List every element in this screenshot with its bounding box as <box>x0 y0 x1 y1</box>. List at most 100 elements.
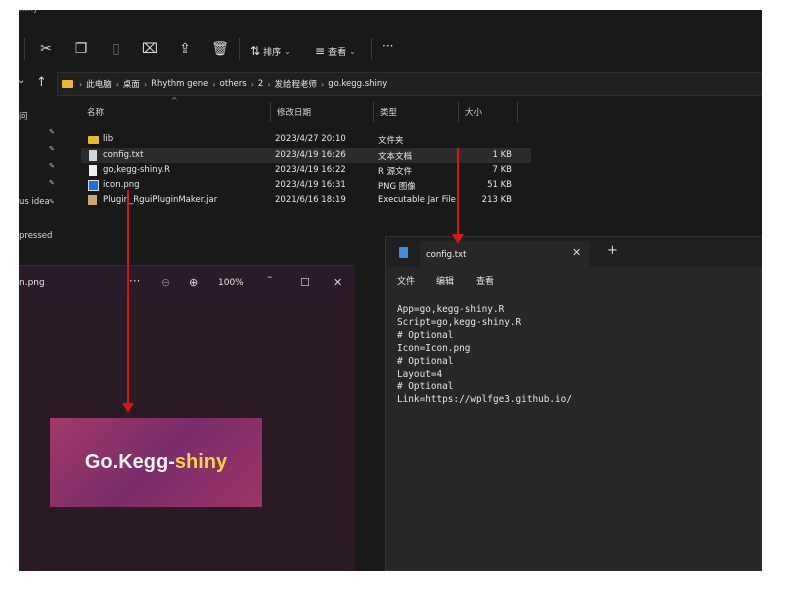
toolbar-separator <box>24 38 25 60</box>
rename-icon[interactable]: ⌧ <box>141 40 159 58</box>
chevron-right-icon: › <box>143 79 148 89</box>
new-tab-icon[interactable]: + <box>607 243 618 258</box>
chevron-down-icon[interactable]: ⌄ <box>19 75 25 86</box>
chevron-right-icon: › <box>212 79 216 89</box>
annotation-arrow-head <box>122 403 134 413</box>
chevron-right-icon: › <box>79 79 83 89</box>
file-row[interactable]: lib 2023/4/27 20:10 文件夹 <box>81 132 531 147</box>
text-file-icon <box>89 150 97 161</box>
chevron-down-icon: ⌄ <box>284 46 291 56</box>
file-type: R 源文件 <box>378 167 413 177</box>
breadcrumb-item[interactable]: 桌面 <box>123 78 140 90</box>
annotation-arrow-line <box>457 148 459 236</box>
file-type: PNG 图像 <box>378 182 416 192</box>
sidebar-item[interactable]: pressed <box>19 231 52 241</box>
view-label: 查看 <box>328 47 347 58</box>
file-size: 213 KB <box>481 195 512 205</box>
file-size: 1 KB <box>492 150 512 160</box>
sidebar-item[interactable]: 问 <box>19 110 28 122</box>
file-row[interactable]: icon.png 2023/4/19 16:31 PNG 图像 51 KB <box>81 178 531 193</box>
file-size: 7 KB <box>492 165 512 175</box>
breadcrumb-item[interactable]: go.kegg.shiny <box>328 79 387 89</box>
up-arrow-icon[interactable]: ↑ <box>36 75 47 90</box>
command-toolbar: ✂ ❐ ▯ ⌧ ⇪ 🗑 ⇅ 排序 ⌄ ≡ 查看 ⌄ ··· <box>19 30 762 68</box>
file-row[interactable]: Plugin_RguiPluginMaker.jar 2021/6/16 18:… <box>81 193 531 208</box>
folder-icon <box>88 136 99 144</box>
image-text: Go.Kegg- <box>84 451 175 473</box>
column-header-name[interactable]: 名称 <box>81 102 271 122</box>
pin-icon: ✎ <box>49 179 55 187</box>
view-button[interactable]: ≡ 查看 ⌄ <box>315 44 356 58</box>
notepad-app-icon <box>399 247 408 258</box>
image-viewer-window: n.png ··· ⊖ ⊕ 100% – ☐ ✕ Go.Kegg-shiny <box>19 265 355 571</box>
annotation-arrow-head <box>452 234 464 244</box>
pin-icon: ✎ <box>49 162 55 170</box>
chevron-right-icon: › <box>115 79 119 89</box>
pin-icon: ✎ <box>49 198 55 206</box>
file-type: 文本文档 <box>378 152 413 162</box>
file-type: 文件夹 <box>378 136 404 146</box>
breadcrumb-item[interactable]: 发给程老师 <box>275 78 318 90</box>
sidebar-item[interactable]: us idea <box>19 197 50 207</box>
breadcrumb-item[interactable]: Rhythm gene <box>151 79 208 89</box>
file-name: lib <box>103 134 114 144</box>
more-options-button[interactable]: ··· <box>129 274 140 288</box>
breadcrumb-item[interactable]: 此电脑 <box>86 78 112 90</box>
zoom-in-icon[interactable]: ⊕ <box>189 276 198 289</box>
navigation-bar: ⌄ ↑ › 此电脑 › 桌面 › Rhythm gene › others › … <box>19 70 762 98</box>
viewer-title: n.png <box>19 278 45 288</box>
more-button[interactable]: ··· <box>382 39 393 53</box>
viewer-titlebar: n.png ··· ⊖ ⊕ 100% – ☐ ✕ <box>19 266 355 298</box>
tab-title: config.txt <box>426 250 467 260</box>
notepad-window: config.txt ✕ + 文件 编辑 查看 App=go,kegg-shin… <box>385 236 762 571</box>
notepad-text-area[interactable]: App=go,kegg-shiny.R Script=go,kegg-shiny… <box>397 304 572 407</box>
window-title: hiny <box>19 10 38 14</box>
minimize-icon[interactable]: – <box>267 270 273 283</box>
image-preview: Go.Kegg-shiny <box>50 418 262 507</box>
maximize-icon[interactable]: ☐ <box>300 276 310 289</box>
file-row[interactable]: go,kegg-shiny.R 2023/4/19 16:22 R 源文件 7 … <box>81 163 531 178</box>
menu-edit[interactable]: 编辑 <box>436 274 454 287</box>
column-header-size[interactable]: 大小 <box>459 102 518 122</box>
cut-icon[interactable]: ✂ <box>37 40 55 58</box>
file-name: go,kegg-shiny.R <box>103 165 170 175</box>
close-icon[interactable]: ✕ <box>333 276 342 289</box>
zoom-level: 100% <box>218 278 244 288</box>
chevron-right-icon: › <box>267 79 271 89</box>
file-date: 2023/4/19 16:22 <box>275 165 346 175</box>
file-explorer-window: hiny ✂ ❐ ▯ ⌧ ⇪ 🗑 ⇅ 排序 ⌄ ≡ 查看 ⌄ ··· ⌄ ↑ ›… <box>19 10 762 571</box>
image-file-icon <box>88 180 99 191</box>
paste-icon[interactable]: ▯ <box>107 40 125 58</box>
share-icon[interactable]: ⇪ <box>176 40 194 58</box>
tab-config-txt[interactable]: config.txt ✕ <box>420 241 590 267</box>
r-file-icon <box>89 165 97 176</box>
toolbar-separator <box>371 38 372 60</box>
copy-icon[interactable]: ❐ <box>72 40 90 58</box>
file-date: 2023/4/19 16:31 <box>275 180 346 190</box>
annotation-arrow-line <box>127 190 129 405</box>
breadcrumb-item[interactable]: 2 <box>258 79 263 89</box>
sort-button[interactable]: ⇅ 排序 ⌄ <box>250 44 291 58</box>
file-type: Executable Jar File <box>378 195 456 205</box>
file-name: icon.png <box>103 180 140 190</box>
column-header-date[interactable]: 修改日期 <box>271 102 374 122</box>
toolbar-separator <box>239 38 240 60</box>
file-date: 2023/4/27 20:10 <box>275 134 346 144</box>
image-text-highlight: shiny <box>174 451 228 473</box>
menu-view[interactable]: 查看 <box>476 274 494 287</box>
column-header-type[interactable]: 类型 <box>374 102 459 122</box>
zoom-out-icon[interactable]: ⊖ <box>161 276 170 289</box>
file-row-selected[interactable]: config.txt 2023/4/19 16:26 文本文档 1 KB <box>81 148 531 163</box>
folder-icon <box>62 80 73 88</box>
close-tab-icon[interactable]: ✕ <box>572 246 581 259</box>
pin-icon: ✎ <box>49 145 55 153</box>
sort-label: 排序 <box>263 47 282 58</box>
address-bar[interactable]: › 此电脑 › 桌面 › Rhythm gene › others › 2 › … <box>57 72 762 96</box>
file-date: 2023/4/19 16:26 <box>275 150 346 160</box>
file-size: 51 KB <box>487 180 512 190</box>
sort-icon: ⇅ <box>250 44 261 58</box>
delete-icon[interactable]: 🗑 <box>211 40 229 58</box>
breadcrumb-item[interactable]: others <box>220 79 247 89</box>
menu-file[interactable]: 文件 <box>397 274 415 287</box>
pin-icon: ✎ <box>49 128 55 136</box>
